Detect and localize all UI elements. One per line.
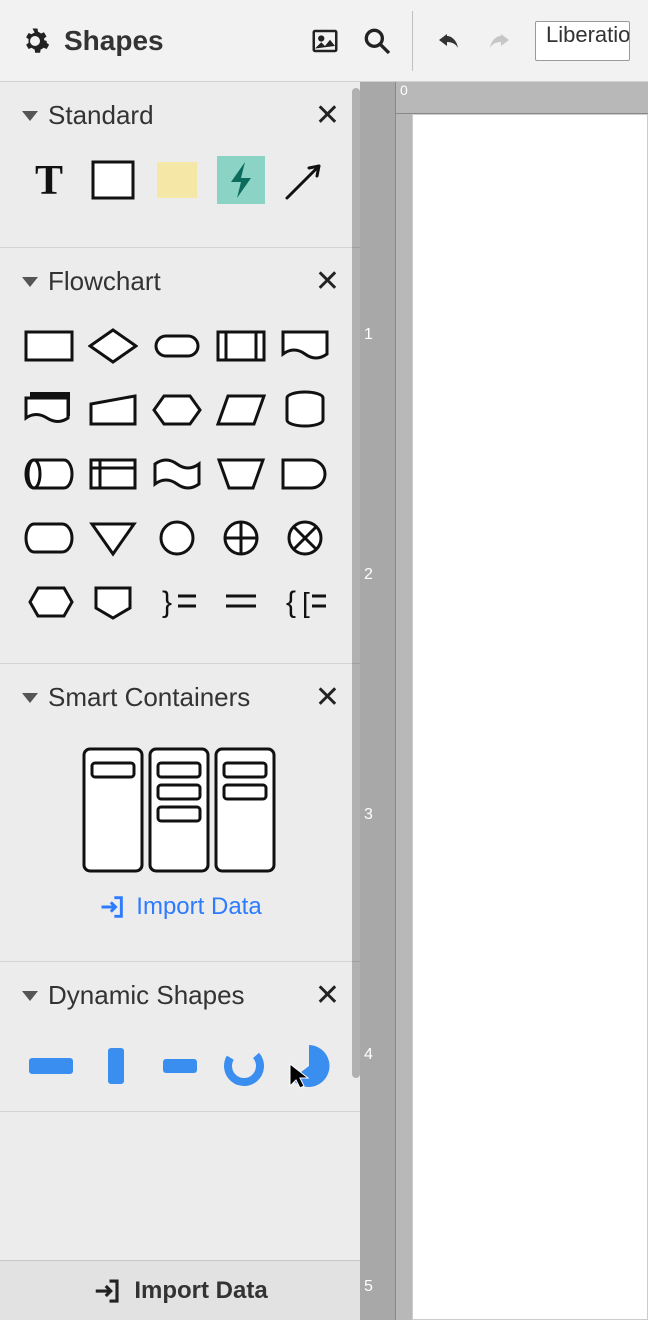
- shape-preparation[interactable]: [152, 385, 202, 435]
- ruler-mark: 0: [400, 82, 408, 98]
- section-header-standard[interactable]: Standard ✕: [0, 82, 360, 145]
- ruler-mark: 2: [364, 566, 373, 584]
- top-toolbar: Shapes Liberation: [0, 0, 648, 82]
- svg-text:}: }: [162, 586, 172, 619]
- shape-manual-input[interactable]: [88, 385, 138, 435]
- shape-data[interactable]: [216, 385, 266, 435]
- close-icon[interactable]: ✕: [315, 267, 340, 297]
- close-icon[interactable]: ✕: [315, 981, 340, 1011]
- search-icon[interactable]: [360, 24, 394, 58]
- shape-or[interactable]: [280, 513, 330, 563]
- bottom-import-button[interactable]: Import Data: [0, 1260, 360, 1320]
- toolbar-divider: [412, 11, 413, 71]
- chevron-down-icon: [22, 693, 38, 703]
- section-smart-containers: Smart Containers ✕: [0, 664, 360, 962]
- ruler-vertical[interactable]: 1 2 3 4 5: [360, 82, 396, 1320]
- undo-icon[interactable]: [431, 24, 465, 58]
- section-title: Dynamic Shapes: [48, 980, 315, 1011]
- shape-decision[interactable]: [88, 321, 138, 371]
- shapes-sidebar: Standard ✕ T Flowchart ✕: [0, 82, 360, 1320]
- shape-process[interactable]: [24, 321, 74, 371]
- shape-bolt[interactable]: [216, 155, 266, 205]
- svg-text:[: [: [302, 587, 310, 618]
- section-header-dynamic[interactable]: Dynamic Shapes ✕: [0, 962, 360, 1025]
- import-icon: [92, 1276, 122, 1306]
- shape-direct-data[interactable]: [24, 449, 74, 499]
- shape-arrow[interactable]: [280, 155, 330, 205]
- scrollbar-thumb[interactable]: [352, 88, 360, 1078]
- dynamic-shapes-grid: [0, 1025, 360, 1111]
- ruler-horizontal[interactable]: 0: [396, 82, 648, 114]
- shape-pie[interactable]: [286, 1041, 332, 1091]
- shape-predefined-process[interactable]: [216, 321, 266, 371]
- shape-manual-operation[interactable]: [216, 449, 266, 499]
- image-icon[interactable]: [308, 24, 342, 58]
- close-icon[interactable]: ✕: [315, 683, 340, 713]
- shape-card[interactable]: [88, 577, 138, 627]
- chevron-down-icon: [22, 991, 38, 1001]
- shape-smart-container[interactable]: [80, 745, 280, 875]
- shape-sticky-note[interactable]: [152, 155, 202, 205]
- shape-connector[interactable]: [152, 513, 202, 563]
- shape-document[interactable]: [280, 321, 330, 371]
- import-data-link[interactable]: Import Data: [98, 893, 261, 921]
- canvas[interactable]: [412, 114, 648, 1320]
- chevron-down-icon: [22, 277, 38, 287]
- shape-delay[interactable]: [280, 449, 330, 499]
- section-dynamic: Dynamic Shapes ✕: [0, 962, 360, 1112]
- ruler-mark: 1: [364, 326, 373, 344]
- shape-brace-right[interactable]: }: [152, 577, 202, 627]
- shape-multi-document[interactable]: [24, 385, 74, 435]
- shapes-title: Shapes: [64, 25, 164, 57]
- section-title: Flowchart: [48, 266, 315, 297]
- close-icon[interactable]: ✕: [315, 101, 340, 131]
- shape-bar-v[interactable]: [92, 1041, 138, 1091]
- ruler-mark: 4: [364, 1046, 373, 1064]
- shape-brace-left[interactable]: {[: [280, 577, 330, 627]
- smart-containers-body: Import Data: [0, 727, 360, 961]
- shape-rectangle[interactable]: [88, 155, 138, 205]
- shape-merge[interactable]: [88, 513, 138, 563]
- shape-bar-h[interactable]: [28, 1041, 74, 1091]
- section-flowchart: Flowchart ✕: [0, 248, 360, 664]
- shape-terminator[interactable]: [152, 321, 202, 371]
- standard-shapes-grid: T: [0, 145, 360, 247]
- canvas-area: 1 2 3 4 5 0: [360, 82, 648, 1320]
- import-label: Import Data: [136, 893, 261, 921]
- shape-internal-storage[interactable]: [88, 449, 138, 499]
- ruler-mark: 5: [364, 1278, 373, 1296]
- section-header-flowchart[interactable]: Flowchart ✕: [0, 248, 360, 311]
- shape-database[interactable]: [280, 385, 330, 435]
- shape-bar-short[interactable]: [157, 1041, 203, 1091]
- shape-off-page[interactable]: [24, 577, 74, 627]
- svg-text:T: T: [35, 158, 63, 204]
- shape-display[interactable]: [24, 513, 74, 563]
- import-icon: [98, 893, 126, 921]
- ruler-mark: 3: [364, 806, 373, 824]
- font-select[interactable]: Liberation: [535, 21, 630, 61]
- bottom-import-label: Import Data: [134, 1277, 267, 1305]
- section-title: Smart Containers: [48, 682, 315, 713]
- section-standard: Standard ✕ T: [0, 82, 360, 248]
- shapes-header: Shapes: [18, 24, 290, 58]
- svg-text:{: {: [286, 586, 296, 619]
- section-title: Standard: [48, 100, 315, 131]
- redo-icon[interactable]: [483, 24, 517, 58]
- section-header-smart[interactable]: Smart Containers ✕: [0, 664, 360, 727]
- flowchart-shapes-grid: } {[: [0, 311, 360, 663]
- shape-summing-junction[interactable]: [216, 513, 266, 563]
- shape-donut[interactable]: [221, 1041, 267, 1091]
- shape-paper-tape[interactable]: [152, 449, 202, 499]
- chevron-down-icon: [22, 111, 38, 121]
- shape-note[interactable]: [216, 577, 266, 627]
- gear-icon[interactable]: [18, 24, 52, 58]
- shape-text[interactable]: T: [24, 155, 74, 205]
